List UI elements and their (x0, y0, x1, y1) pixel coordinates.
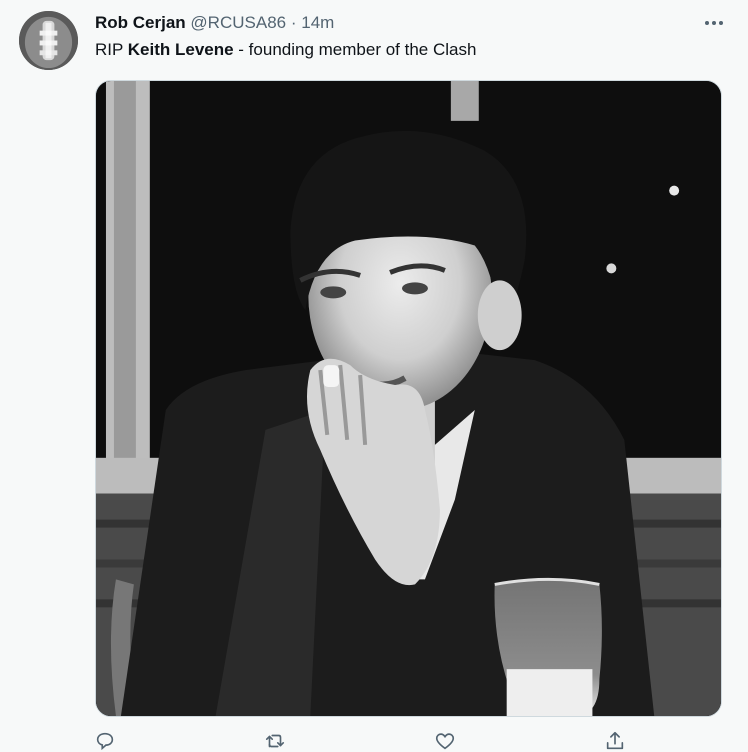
more-horizontal-icon (705, 21, 723, 25)
author-name[interactable]: Rob Cerjan (95, 13, 186, 32)
share-button[interactable] (600, 730, 630, 751)
tweet-photo[interactable] (95, 80, 722, 717)
tweet-actions (0, 730, 748, 751)
share-icon (606, 731, 624, 750)
reply-icon (96, 732, 114, 751)
more-button[interactable] (700, 11, 728, 35)
author-handle[interactable]: @RCUSA86 (190, 13, 286, 32)
retweet-icon (265, 734, 285, 748)
separator: · (290, 13, 297, 32)
reply-button[interactable] (90, 730, 120, 751)
avatar[interactable] (19, 11, 78, 70)
tweet[interactable]: Rob Cerjan @RCUSA86 · 14m RIP Keith Leve… (0, 0, 748, 751)
tweet-text-bold: Keith Levene (127, 40, 234, 59)
heart-icon (435, 733, 455, 750)
tweet-text-suffix: - founding member of the Clash (233, 40, 477, 59)
tweet-text-prefix: RIP (95, 40, 128, 59)
like-button[interactable] (430, 730, 460, 751)
timestamp[interactable]: 14m (301, 13, 334, 32)
tweet-text: RIP Keith Levene - founding member of th… (95, 40, 476, 60)
retweet-button[interactable] (260, 730, 290, 751)
tweet-header: Rob Cerjan @RCUSA86 · 14m (95, 13, 334, 33)
